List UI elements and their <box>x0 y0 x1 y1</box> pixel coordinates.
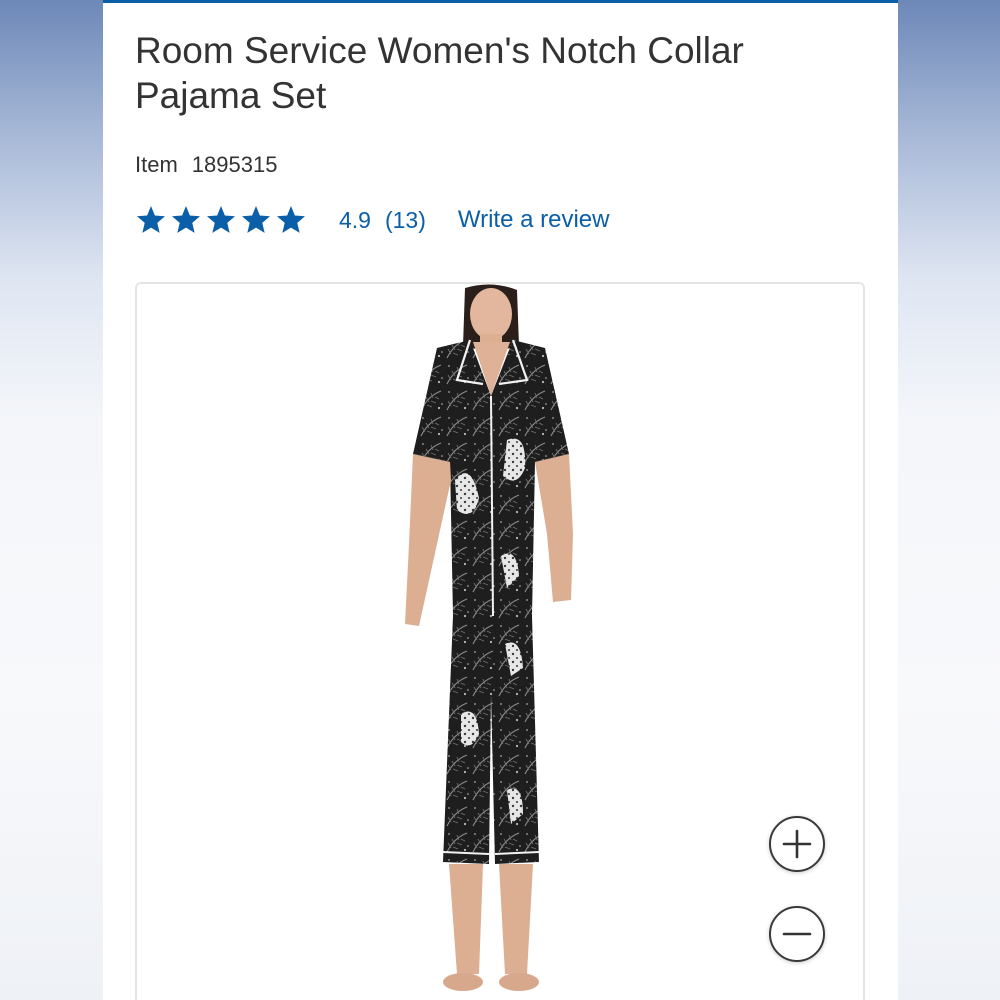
write-review-link[interactable]: Write a review <box>458 206 610 234</box>
product-image <box>405 284 573 991</box>
zoom-out-button[interactable] <box>769 906 825 962</box>
zoom-in-button[interactable] <box>769 816 825 872</box>
star-icon <box>277 206 305 233</box>
star-rating[interactable] <box>135 204 307 236</box>
item-number-row: Item 1895315 <box>135 152 277 178</box>
product-image-viewer[interactable] <box>135 282 865 1000</box>
plus-icon <box>782 829 812 859</box>
star-icon <box>242 206 270 233</box>
minus-icon <box>782 932 812 936</box>
item-number: 1895315 <box>191 152 278 177</box>
star-icon <box>207 206 235 233</box>
star-icon <box>137 206 165 233</box>
header-accent-bar <box>103 0 898 3</box>
product-title: Room Service Women's Notch Collar Pajama… <box>135 30 744 116</box>
product-page: Room Service Women's Notch Collar Pajama… <box>103 0 898 1000</box>
rating-row: 4.9 (13) Write a review <box>135 200 609 240</box>
rating-value: 4.9 <box>339 206 371 233</box>
item-label: Item <box>135 152 178 177</box>
review-count-link[interactable]: (13) <box>385 207 426 234</box>
star-icon <box>172 206 200 233</box>
